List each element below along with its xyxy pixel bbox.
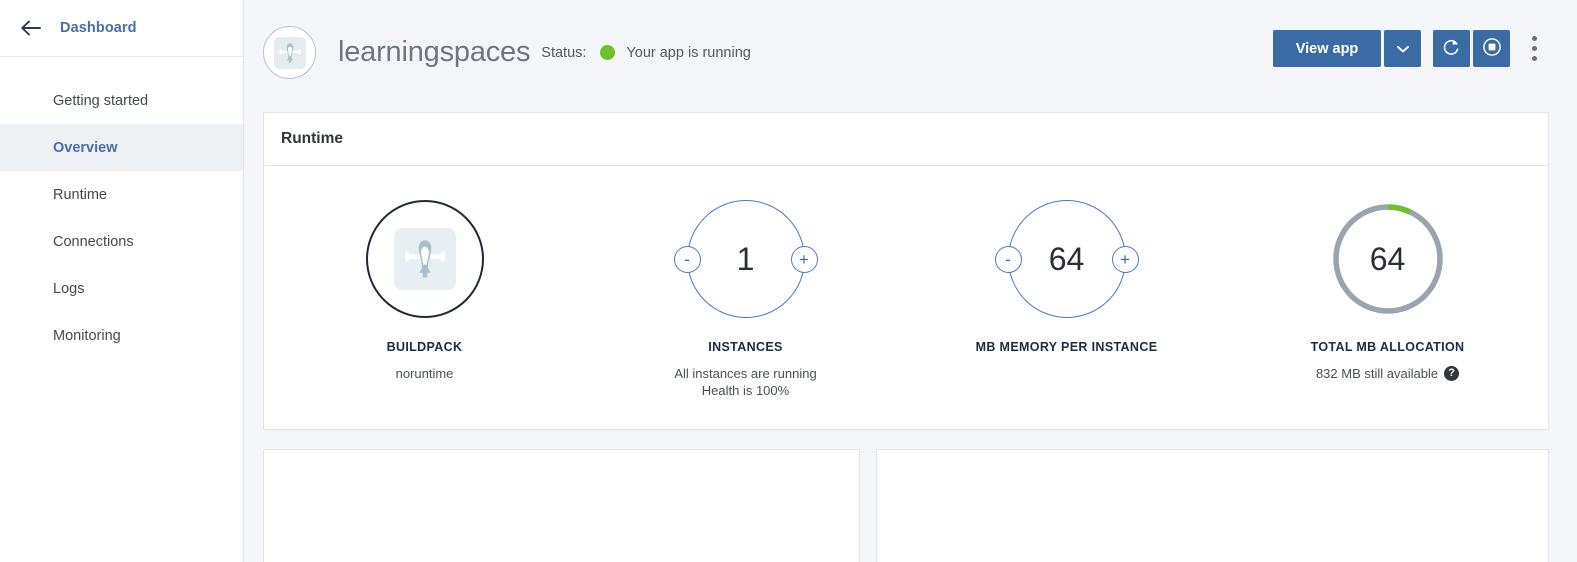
- status-text: Your app is running: [626, 44, 751, 61]
- runtime-card-title: Runtime: [264, 113, 1548, 166]
- sidebar-item-monitoring[interactable]: Monitoring: [0, 312, 243, 359]
- sidebar-item-getting-started[interactable]: Getting started: [0, 77, 243, 124]
- metric-sub-text: 832 MB still available: [1315, 366, 1439, 381]
- sidebar-item-label: Overview: [53, 139, 118, 156]
- runtime-metrics: BUILDPACK noruntime 1 - + INSTANCES All …: [264, 192, 1548, 399]
- secondary-card-left: [263, 449, 860, 562]
- sidebar: Dashboard Getting started Overview Runti…: [0, 0, 244, 562]
- status-label: Status:: [541, 44, 587, 61]
- sidebar-header: Dashboard: [0, 0, 243, 57]
- sidebar-item-logs[interactable]: Logs: [0, 265, 243, 312]
- more-options-button[interactable]: [1519, 30, 1549, 67]
- instances-value: 1: [736, 241, 755, 277]
- instances-increment-button[interactable]: +: [790, 245, 818, 273]
- sidebar-item-label: Logs: [53, 280, 85, 297]
- sidebar-item-label: Monitoring: [53, 327, 121, 344]
- metric-sub-text: noruntime: [395, 366, 454, 381]
- memory-increment-button[interactable]: +: [1111, 245, 1139, 273]
- more-vertical-icon-dot: [1531, 56, 1537, 61]
- buildpack-dial: [365, 200, 484, 318]
- main-content: learningspaces Status: Your app is runni…: [244, 0, 1577, 562]
- metric-label: MB MEMORY PER INSTANCE: [975, 340, 1158, 354]
- restart-icon: [1442, 38, 1461, 60]
- status-badge: [600, 45, 616, 60]
- back-arrow-icon[interactable]: [18, 15, 44, 41]
- instances-dial: 1 - +: [673, 200, 818, 318]
- metric-label: TOTAL MB ALLOCATION: [1310, 340, 1465, 354]
- metric-buildpack: BUILDPACK noruntime: [264, 192, 585, 382]
- total-allocation-value: 64: [1369, 241, 1406, 277]
- more-vertical-icon-dot: [1531, 36, 1537, 41]
- memory-value: 64: [1048, 241, 1085, 277]
- sidebar-item-overview[interactable]: Overview: [0, 124, 243, 171]
- dashboard-page: Dashboard Getting started Overview Runti…: [0, 0, 1577, 562]
- restart-app-button[interactable]: [1433, 30, 1470, 67]
- chevron-down-icon: [1396, 41, 1409, 56]
- view-app-button[interactable]: View app: [1273, 30, 1381, 67]
- memory-dial: 64 - +: [994, 200, 1139, 318]
- more-vertical-icon-dot: [1531, 46, 1537, 51]
- avatar: [263, 26, 316, 79]
- app-header: learningspaces Status: Your app is runni…: [244, 0, 1577, 112]
- secondary-cards-row: [263, 449, 1549, 562]
- sidebar-item-label: Runtime: [53, 186, 107, 203]
- sidebar-item-connections[interactable]: Connections: [0, 218, 243, 265]
- app-logo-icon: [273, 36, 306, 69]
- metric-label: INSTANCES: [708, 340, 783, 354]
- metric-instances: 1 - + INSTANCES All instances are runnin…: [585, 192, 906, 399]
- stop-app-button[interactable]: [1473, 30, 1510, 67]
- header-actions: View app: [1273, 30, 1549, 67]
- secondary-card-right: [876, 449, 1549, 562]
- sidebar-nav: Getting started Overview Runtime Connect…: [0, 57, 243, 359]
- metric-sub-text-2: Health is 100%: [701, 383, 790, 398]
- app-name: learningspaces: [338, 36, 531, 68]
- runtime-card: Runtime BUILDPACK noruntime 1 - + INSTAN…: [263, 112, 1549, 430]
- metric-total-allocation: 64 TOTAL MB ALLOCATION 832 MB still avai…: [1227, 192, 1548, 382]
- buildpack-logo-icon: [393, 228, 456, 290]
- sidebar-item-label: Getting started: [53, 92, 149, 109]
- instances-decrement-button[interactable]: -: [673, 245, 701, 273]
- metric-label: BUILDPACK: [386, 340, 463, 354]
- dashboard-link[interactable]: Dashboard: [60, 20, 137, 36]
- metric-memory-per-instance: 64 - + MB MEMORY PER INSTANCE: [906, 192, 1227, 354]
- view-app-dropdown-button[interactable]: [1384, 30, 1421, 67]
- memory-decrement-button[interactable]: -: [994, 245, 1022, 273]
- sidebar-item-label: Connections: [53, 233, 134, 250]
- total-allocation-donut: 64: [1329, 200, 1447, 318]
- app-identity: learningspaces Status: Your app is runni…: [263, 26, 1273, 79]
- metric-sub-text: All instances are running: [674, 366, 817, 381]
- stop-icon: [1482, 37, 1502, 60]
- sidebar-item-runtime[interactable]: Runtime: [0, 171, 243, 218]
- help-icon[interactable]: ?: [1444, 366, 1460, 381]
